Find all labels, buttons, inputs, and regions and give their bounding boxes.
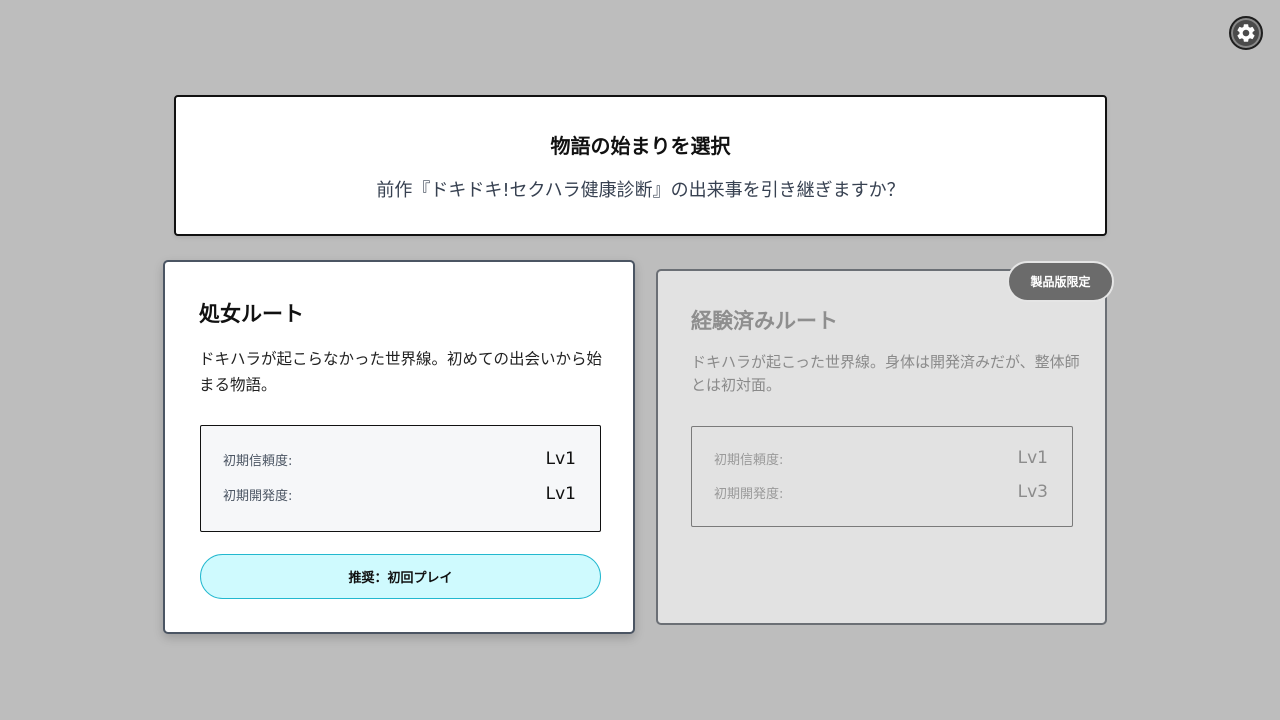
stat-value: Lv3	[1017, 482, 1048, 502]
stat-row-development: 初期開発度: Lv3	[714, 480, 1048, 504]
stat-row-trust: 初期信頼度: Lv1	[223, 447, 576, 471]
gear-icon	[1235, 22, 1257, 44]
stat-label: 初期開発度:	[714, 486, 784, 502]
stats-box: 初期信頼度: Lv1 初期開発度: Lv1	[200, 425, 601, 532]
settings-button[interactable]	[1229, 16, 1263, 50]
stat-label: 初期信頼度:	[223, 453, 293, 469]
full-version-badge: 製品版限定	[1007, 261, 1114, 302]
route-description: ドキハラが起こった世界線。身体は開発済みだが、整体師とは初対面。	[691, 353, 1080, 394]
recommend-button[interactable]: 推奨：初回プレイ	[200, 554, 601, 599]
stats-box: 初期信頼度: Lv1 初期開発度: Lv3	[691, 426, 1073, 527]
stat-label: 初期開発度:	[223, 488, 293, 504]
stat-label: 初期信頼度:	[714, 452, 784, 468]
stat-row-development: 初期開発度: Lv1	[223, 482, 576, 506]
stat-value: Lv1	[1017, 448, 1048, 468]
stat-row-trust: 初期信頼度: Lv1	[714, 446, 1048, 470]
route-card-virgin[interactable]: 処女ルート ドキハラが起こらなかった世界線。初めての出会いから始まる物語。 初期…	[163, 260, 635, 634]
page-subtitle: 前作『ドキドキ!セクハラ健康診断』の出来事を引き継ぎますか？	[376, 180, 905, 201]
page-title: 物語の始まりを選択	[550, 134, 731, 158]
route-description: ドキハラが起こらなかった世界線。初めての出会いから始まる物語。	[199, 350, 603, 394]
route-title: 処女ルート	[199, 302, 304, 326]
header-panel: 物語の始まりを選択 前作『ドキドキ!セクハラ健康診断』の出来事を引き継ぎますか？	[174, 95, 1107, 236]
stat-value: Lv1	[545, 449, 576, 469]
stat-value: Lv1	[545, 484, 576, 504]
route-card-experienced: 経験済みルート ドキハラが起こった世界線。身体は開発済みだが、整体師とは初対面。…	[656, 269, 1107, 625]
route-title: 経験済みルート	[691, 309, 838, 333]
